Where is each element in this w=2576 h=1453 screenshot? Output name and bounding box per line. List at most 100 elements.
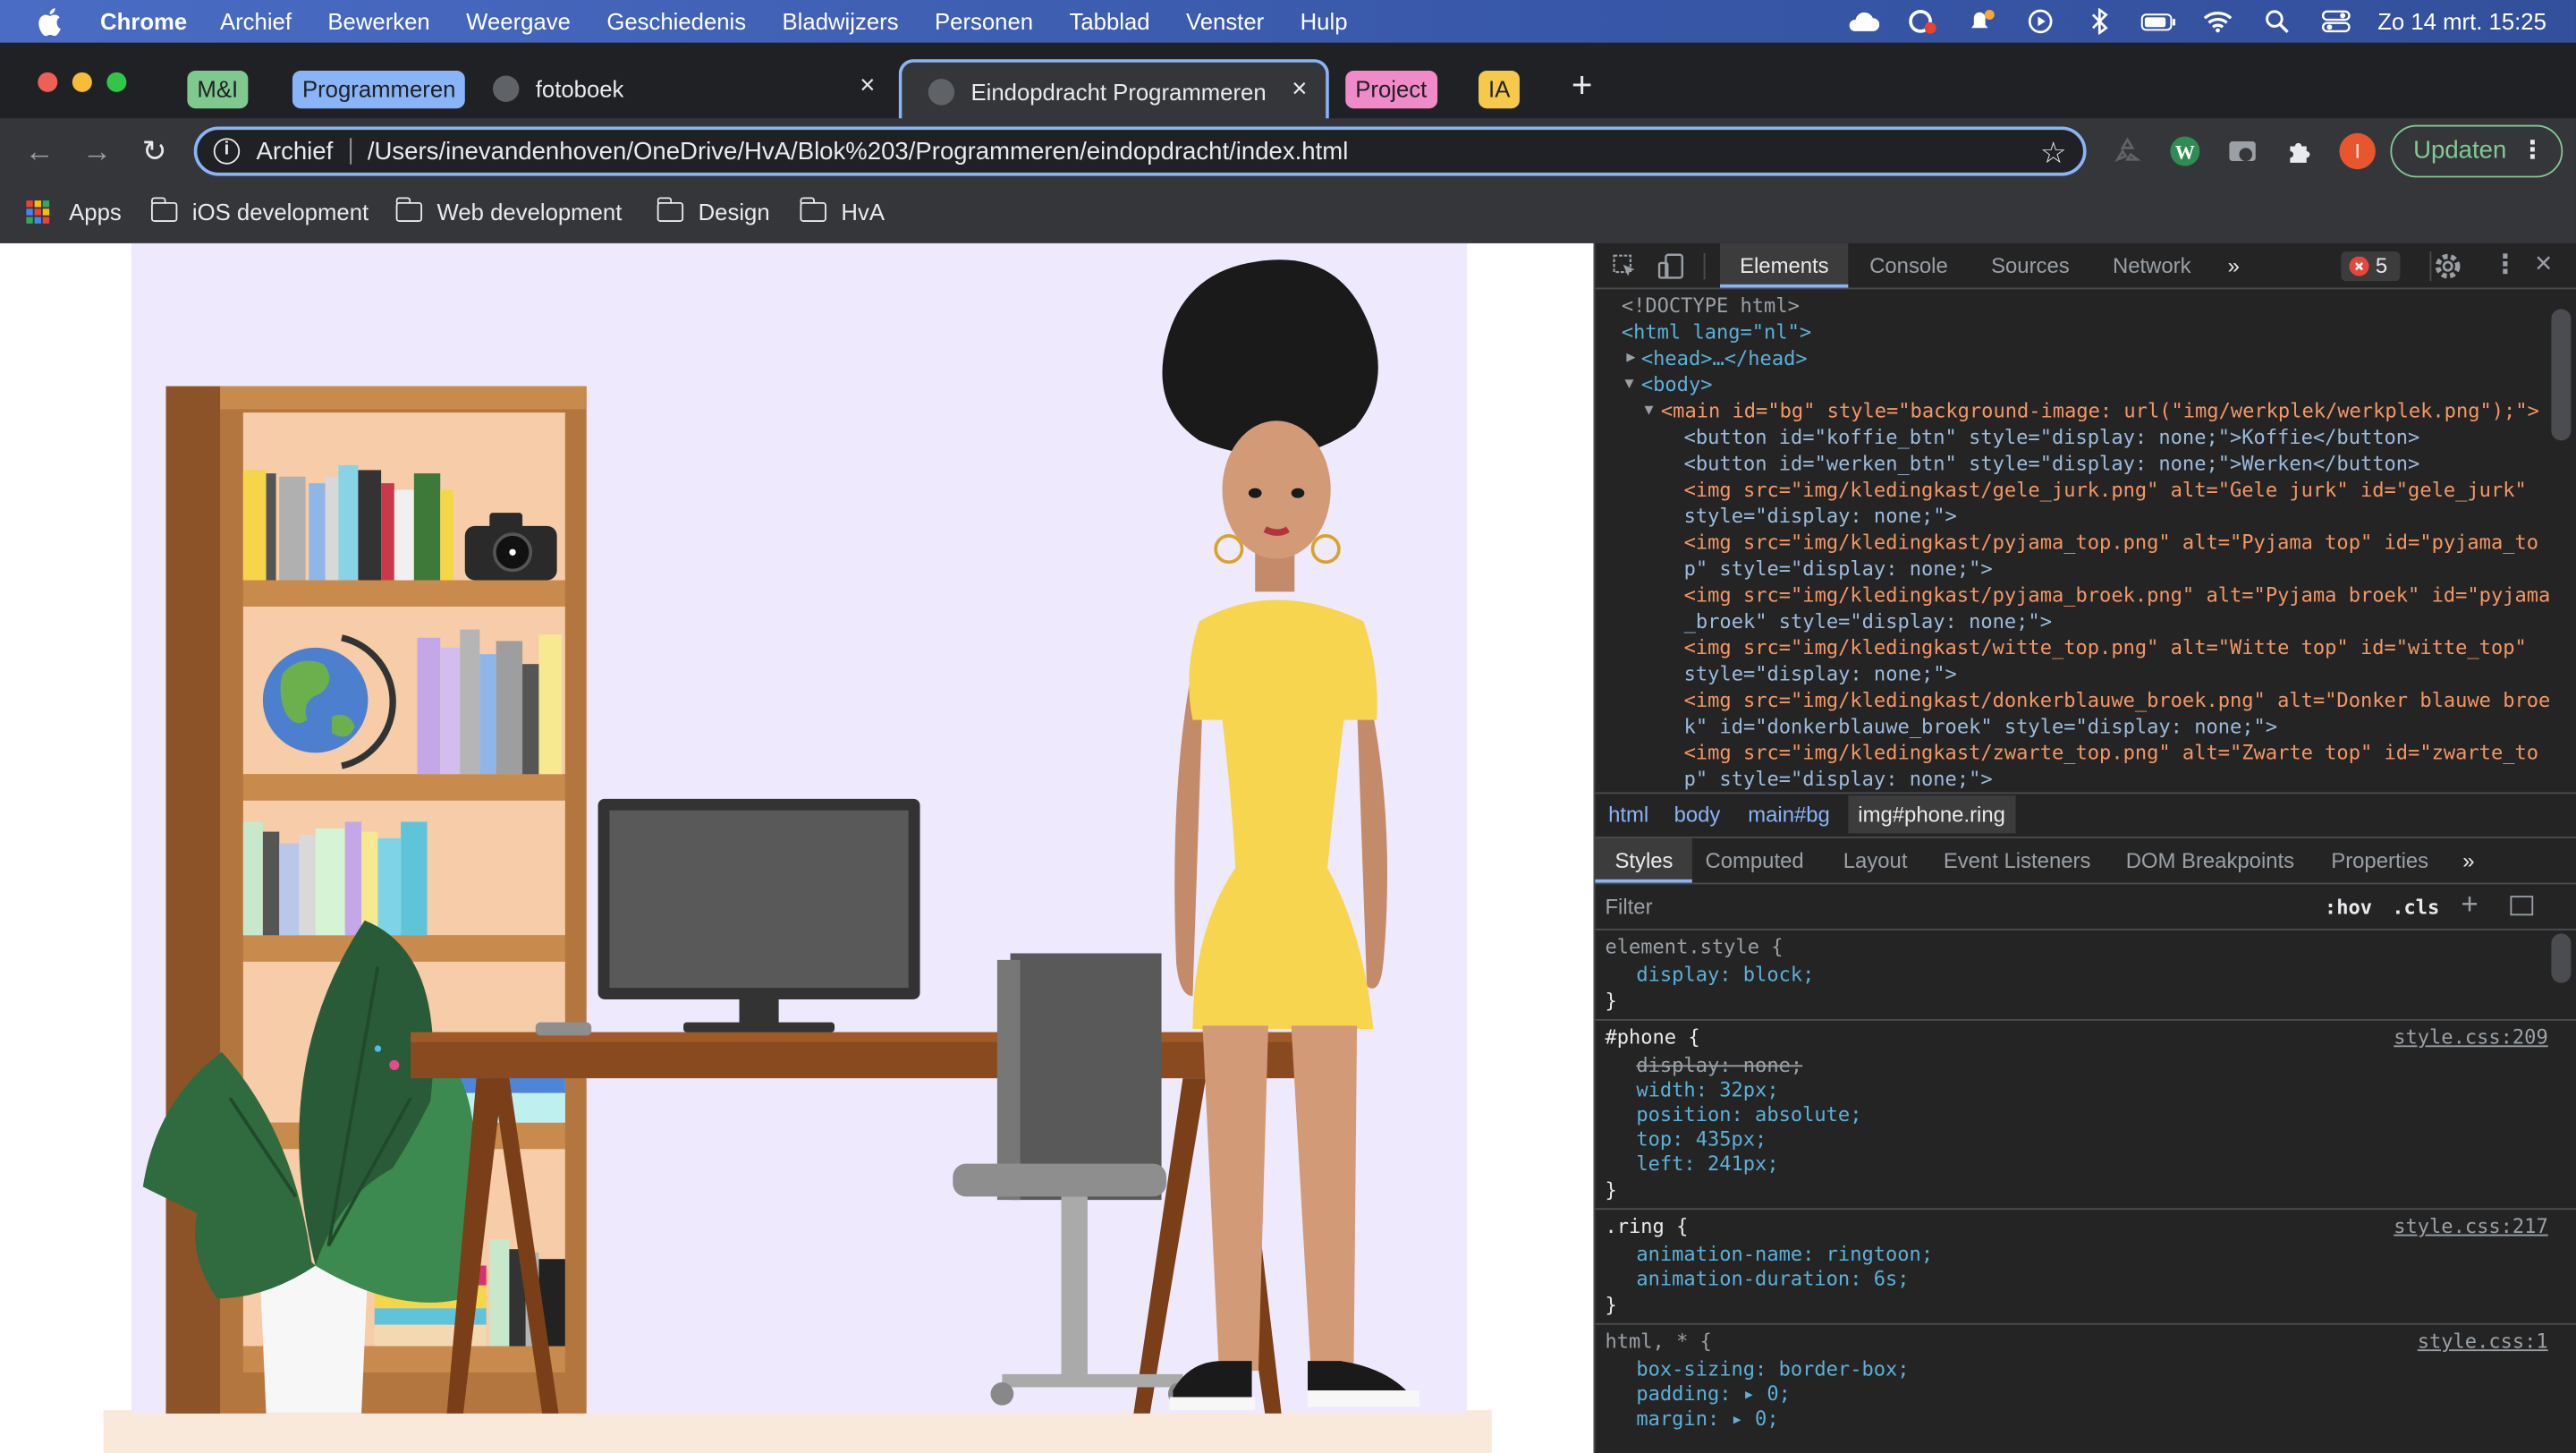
dom-line[interactable]: <html lang="nl"> xyxy=(1622,319,1811,344)
menu-app-name[interactable]: Chrome xyxy=(100,8,187,34)
menu-bewerken[interactable]: Bewerken xyxy=(327,8,429,34)
close-icon[interactable]: × xyxy=(1286,76,1312,103)
spotlight-search-icon[interactable] xyxy=(2259,8,2295,34)
menu-hulp[interactable]: Hulp xyxy=(1301,8,1348,34)
dom-line[interactable]: <!DOCTYPE html> xyxy=(1622,293,1800,319)
rule-source-link[interactable]: style.css:209 xyxy=(2394,1025,2548,1049)
rule-selector[interactable]: .ring { xyxy=(1605,1215,1688,1240)
dom-line[interactable]: <button id="koffie_btn" style="display: … xyxy=(1684,424,2420,450)
rule-property-overridden[interactable]: display: none; xyxy=(1636,1054,1802,1079)
breadcrumb-main[interactable]: main#bg xyxy=(1748,803,1830,828)
back-arrow-icon[interactable]: ← xyxy=(23,135,56,168)
control-center-icon[interactable] xyxy=(2318,8,2354,34)
dom-scrollbar[interactable] xyxy=(2551,309,2572,441)
rule-property[interactable]: position: absolute; xyxy=(1636,1103,1861,1128)
more-subtabs-chevron-icon[interactable]: » xyxy=(2462,848,2474,873)
update-chrome-button[interactable]: Updaten ⋮ xyxy=(2390,124,2563,178)
styles-filter-input[interactable]: Filter xyxy=(1605,894,1652,919)
dom-line[interactable]: <head>…</head> xyxy=(1641,345,1808,371)
bookmark-folder-ios[interactable]: iOS development xyxy=(150,197,369,225)
notification-bell-icon[interactable] xyxy=(1963,8,1999,34)
dom-line[interactable]: k" id="donkerblauwe_broek" style="displa… xyxy=(1684,713,2277,739)
address-bar[interactable]: i Archief /Users/inevandenhoven/OneDrive… xyxy=(193,126,2087,176)
collapse-triangle-icon[interactable]: ▼ xyxy=(1645,398,1654,424)
site-info-icon[interactable]: i xyxy=(213,138,241,165)
more-vertical-icon[interactable]: ⋮ xyxy=(2492,248,2518,281)
bookmark-apps[interactable]: Apps xyxy=(26,199,122,225)
breadcrumb-img-phone[interactable]: img#phone.ring xyxy=(1848,795,2015,834)
tab-group-mi[interactable]: M&I xyxy=(187,59,249,118)
tab-group-project[interactable]: Project xyxy=(1345,59,1437,118)
menu-weergave[interactable]: Weergave xyxy=(466,8,571,34)
inspect-element-icon[interactable] xyxy=(1612,253,1638,285)
close-devtools-icon[interactable]: × xyxy=(2535,247,2552,282)
subtab-computed[interactable]: Computed xyxy=(1705,848,1803,873)
menu-archief[interactable]: Archief xyxy=(220,8,292,34)
reload-icon[interactable]: ↻ xyxy=(138,135,171,168)
extension-recycle-icon[interactable] xyxy=(2111,135,2144,168)
tab-group-ia[interactable]: IA xyxy=(1479,59,1521,118)
rule-property[interactable]: box-sizing: border-box; xyxy=(1636,1357,1909,1382)
rule-property[interactable]: left: 241px; xyxy=(1636,1152,1778,1177)
dom-line[interactable]: p" style="display: none;"> xyxy=(1684,766,1993,792)
tab-fotoboek[interactable]: fotoboek × xyxy=(467,59,894,118)
window-zoom-button[interactable] xyxy=(106,72,127,92)
toggle-sidebar-icon[interactable] xyxy=(2510,896,2534,916)
rule-source-link[interactable]: style.css:217 xyxy=(2394,1215,2548,1238)
dom-line[interactable]: <body> xyxy=(1641,371,1713,397)
wifi-icon[interactable] xyxy=(2200,8,2236,34)
more-vertical-icon[interactable]: ⋮ xyxy=(2520,126,2545,175)
window-minimize-button[interactable] xyxy=(72,72,92,92)
rule-selector[interactable]: #phone { xyxy=(1605,1025,1699,1050)
extensions-puzzle-icon[interactable] xyxy=(2284,135,2317,168)
dom-line[interactable]: _broek" style="display: none;"> xyxy=(1684,608,2052,634)
hover-state-toggle[interactable]: :hov xyxy=(2325,896,2372,919)
extension-wordpress-icon[interactable]: W xyxy=(2168,135,2201,168)
menu-tabblad[interactable]: Tabblad xyxy=(1069,8,1149,34)
rule-source-link[interactable]: style.css:1 xyxy=(2418,1330,2548,1353)
error-counter[interactable]: 5 xyxy=(2341,251,2401,282)
rule-selector[interactable]: html, * { xyxy=(1605,1330,1711,1355)
device-toolbar-icon[interactable] xyxy=(1657,253,1687,285)
dom-line[interactable]: <main id="bg" style="background-image: u… xyxy=(1661,398,2539,424)
cloud-icon[interactable] xyxy=(1845,8,1881,34)
url-text[interactable]: /Users/inevandenhoven/OneDrive/HvA/Blok%… xyxy=(368,137,1348,165)
menu-clock[interactable]: Zo 14 mrt. 15:25 xyxy=(2377,8,2546,34)
rule-selector[interactable]: element.style { xyxy=(1605,935,1783,960)
dom-line[interactable]: <button id="werken_btn" style="display: … xyxy=(1684,450,2420,476)
tab-group-programmeren[interactable]: Programmeren xyxy=(292,59,466,118)
play-circle-icon[interactable] xyxy=(2022,8,2058,34)
menu-geschiedenis[interactable]: Geschiedenis xyxy=(606,8,746,34)
bookmark-folder-web[interactable]: Web development xyxy=(394,197,622,225)
bookmark-star-icon[interactable]: ☆ xyxy=(2040,136,2067,171)
subtab-layout[interactable]: Layout xyxy=(1843,848,1908,873)
dom-line[interactable]: <img src="img/kledingkast/donkerblauwe_b… xyxy=(1684,687,2551,713)
rule-property[interactable]: display: block; xyxy=(1636,964,1814,989)
collapse-triangle-icon[interactable]: ▼ xyxy=(1624,371,1633,397)
breadcrumb-html[interactable]: html xyxy=(1608,803,1648,828)
extension-screenshot-icon[interactable] xyxy=(2226,135,2259,168)
rule-property[interactable]: animation-duration: 6s; xyxy=(1636,1267,1909,1292)
battery-icon[interactable] xyxy=(2141,8,2177,34)
rule-property[interactable]: margin: ▸ 0; xyxy=(1636,1407,1778,1432)
subtab-styles[interactable]: Styles xyxy=(1595,837,1693,883)
breadcrumb-body[interactable]: body xyxy=(1674,803,1721,828)
dom-line[interactable]: style="display: none;"> xyxy=(1684,503,1957,529)
profile-avatar[interactable]: I xyxy=(2339,132,2376,170)
creative-cloud-icon[interactable] xyxy=(1904,8,1940,34)
menu-bladwijzers[interactable]: Bladwijzers xyxy=(783,8,899,34)
tab-elements[interactable]: Elements xyxy=(1720,242,1849,288)
subtab-dom-breakpoints[interactable]: DOM Breakpoints xyxy=(2126,848,2294,873)
dom-line[interactable]: style="display: none;"> xyxy=(1684,661,1957,687)
new-rule-plus-icon[interactable]: + xyxy=(2461,888,2478,922)
menu-venster[interactable]: Venster xyxy=(1186,8,1264,34)
new-tab-plus-icon[interactable]: + xyxy=(1564,66,1600,105)
window-close-button[interactable] xyxy=(38,72,58,92)
rule-property[interactable]: width: 32px; xyxy=(1636,1078,1778,1103)
dom-line[interactable]: <img src="img/kledingkast/pyjama_broek.p… xyxy=(1684,582,2551,608)
bluetooth-icon[interactable] xyxy=(2082,8,2118,35)
dom-line[interactable]: <img src="img/kledingkast/gele_jurk.png"… xyxy=(1684,477,2527,503)
menu-personen[interactable]: Personen xyxy=(935,8,1033,34)
tab-network[interactable]: Network xyxy=(2113,253,2191,278)
rule-property[interactable]: padding: ▸ 0; xyxy=(1636,1382,1791,1407)
